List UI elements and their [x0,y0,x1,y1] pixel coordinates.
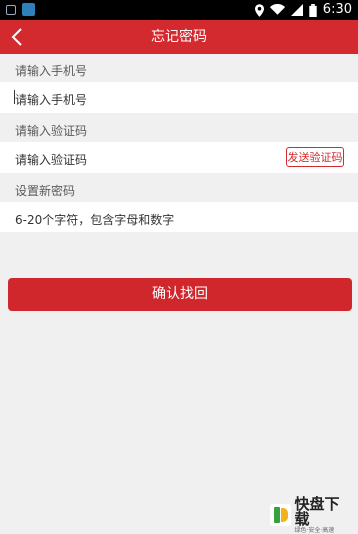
page-title: 忘记密码 [151,29,207,45]
watermark-text: 快盘下载 绿色·安全·高速 [294,494,353,534]
brand-logo-icon [270,504,292,526]
watermark: 快盘下载 绿色·安全·高速 [270,496,353,533]
phone-label: 请输入手机号 [15,64,88,78]
watermark-tagline: 绿色·安全·高速 [294,526,335,534]
code-label: 请输入验证码 [15,124,88,138]
wifi-icon [269,4,285,15]
verification-code-field[interactable]: 请输入验证码 发送验证码 [0,142,358,173]
password-label: 设置新密码 [15,184,76,198]
app-header: 忘记密码 [0,20,358,54]
battery-icon [309,3,317,17]
status-bar: 6:30 [0,0,358,20]
notification-icon [6,4,16,15]
send-code-button[interactable]: 发送验证码 [286,147,344,167]
location-icon [254,3,264,17]
signal-icon [290,4,303,16]
code-placeholder: 请输入验证码 [15,153,88,167]
watermark-brand: 快盘下载 [294,494,340,528]
status-time: 6:30 [322,2,352,17]
phone-field[interactable]: 请输入手机号 [0,82,358,113]
confirm-button[interactable]: 确认找回 [8,278,352,311]
password-placeholder: 6-20个字符，包含字母和数字 [15,213,175,227]
new-password-field[interactable]: 6-20个字符，包含字母和数字 [0,202,358,232]
phone-placeholder: 请输入手机号 [15,93,88,107]
app-icon [22,3,35,16]
status-left [6,3,35,16]
status-right: 6:30 [254,1,352,19]
